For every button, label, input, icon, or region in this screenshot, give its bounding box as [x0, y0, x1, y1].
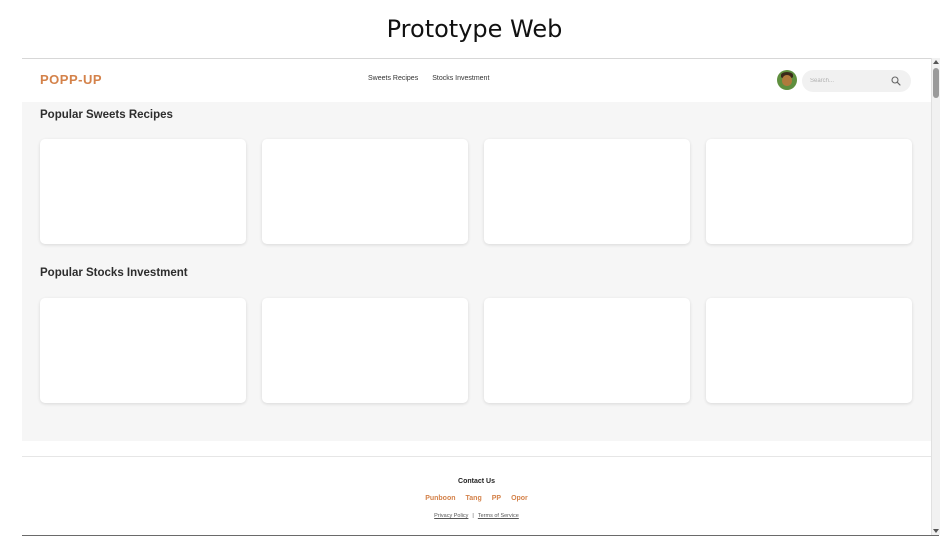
nav-link-stocks-investment[interactable]: Stocks Investment: [432, 75, 489, 82]
stocks-card[interactable]: [40, 298, 246, 403]
team-name: PP: [491, 495, 502, 502]
scroll-up-icon[interactable]: [933, 60, 939, 64]
team-name: Opor: [511, 495, 528, 502]
search-input[interactable]: [810, 75, 880, 87]
browser-viewport: POPP-UP Sweets Recipes Stocks Investment…: [22, 58, 939, 536]
search-bar: [802, 70, 911, 92]
stocks-card[interactable]: [262, 298, 468, 403]
contact-heading: Contact Us: [458, 478, 495, 485]
footer: Contact Us Punboon Tang PP Opor Privacy …: [22, 456, 931, 535]
sweets-card[interactable]: [40, 139, 246, 244]
avatar-face: [782, 75, 792, 86]
terms-of-service-link[interactable]: Terms of Service: [478, 513, 519, 519]
stocks-card[interactable]: [484, 298, 690, 403]
search-icon[interactable]: [890, 75, 902, 87]
legal-separator: |: [472, 513, 474, 519]
main-content: Popular Sweets Recipes Popular Stocks In…: [22, 102, 931, 441]
nav-links: Sweets Recipes Stocks Investment: [368, 75, 489, 82]
sweets-card[interactable]: [706, 139, 912, 244]
privacy-policy-link[interactable]: Privacy Policy: [434, 513, 468, 519]
site-logo[interactable]: POPP-UP: [40, 72, 102, 87]
nav-link-sweets-recipes[interactable]: Sweets Recipes: [368, 75, 418, 82]
scrollbar-thumb[interactable]: [933, 68, 939, 98]
top-navbar: POPP-UP Sweets Recipes Stocks Investment: [22, 59, 931, 102]
vertical-scrollbar[interactable]: [931, 58, 940, 535]
team-names: Punboon Tang PP Opor: [22, 495, 931, 502]
team-name: Tang: [465, 495, 482, 502]
page-title: Prototype Web: [386, 15, 563, 43]
scroll-down-icon[interactable]: [933, 529, 939, 533]
sweets-card[interactable]: [262, 139, 468, 244]
avatar[interactable]: [777, 70, 797, 90]
team-name: Punboon: [425, 495, 456, 502]
section-title-stocks: Popular Stocks Investment: [40, 267, 188, 279]
stocks-card[interactable]: [706, 298, 912, 403]
sweets-card[interactable]: [484, 139, 690, 244]
section-title-sweets: Popular Sweets Recipes: [40, 109, 173, 121]
legal-links: Privacy Policy | Terms of Service: [22, 513, 931, 519]
